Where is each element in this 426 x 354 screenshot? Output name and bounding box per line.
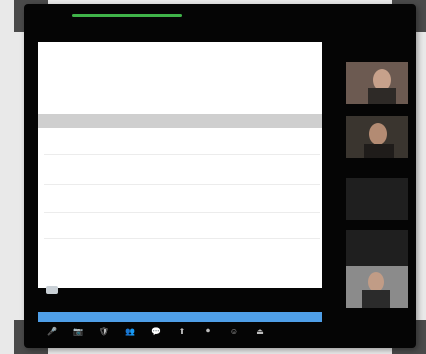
form-row-separator <box>44 212 320 213</box>
search-strip <box>38 114 322 128</box>
screen-share-indicator[interactable] <box>72 13 182 17</box>
shared-screen[interactable] <box>38 42 322 322</box>
meeting-topbar <box>40 10 400 20</box>
participant-video-icon <box>346 62 408 104</box>
participant-tile[interactable] <box>346 62 408 104</box>
participant-tile[interactable] <box>346 178 408 220</box>
chat-icon[interactable]: 💬 <box>148 326 164 336</box>
participant-video-icon <box>346 116 408 158</box>
participant-video-icon <box>346 266 408 308</box>
security-icon[interactable]: 🛡 <box>96 326 112 336</box>
record-icon[interactable]: ⏺ <box>200 326 216 336</box>
participant-tile[interactable] <box>346 266 408 308</box>
reactions-icon[interactable]: ☺ <box>226 326 242 336</box>
form-row-separator <box>44 184 320 185</box>
form-row-separator <box>44 154 320 155</box>
video-icon[interactable]: 📷 <box>70 326 86 336</box>
logo-icon <box>46 286 58 294</box>
share-screen-icon[interactable]: ⬆ <box>174 326 190 336</box>
leave-icon[interactable]: ⏏ <box>252 326 268 336</box>
meeting-toolbar: 🎤 📷 🛡 👥 💬 ⬆ ⏺ ☺ ⏏ <box>44 322 404 340</box>
participants-icon[interactable]: 👥 <box>122 326 138 336</box>
form-row-separator <box>44 238 320 239</box>
microphone-icon[interactable]: 🎤 <box>44 326 60 336</box>
participant-tile[interactable] <box>346 116 408 158</box>
participant-panel <box>346 62 408 324</box>
submit-button[interactable] <box>38 312 322 322</box>
